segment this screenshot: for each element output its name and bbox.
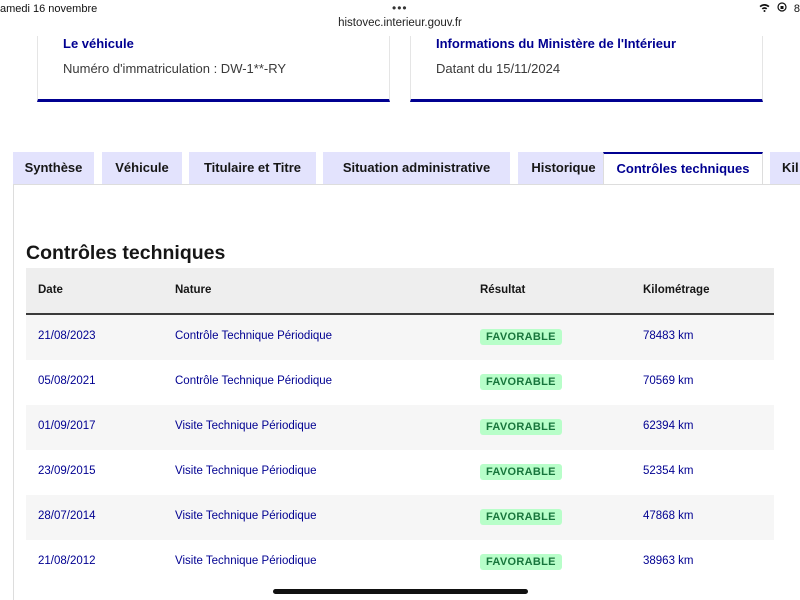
vehicle-card-title: Le véhicule [63,36,134,51]
tab-controles-techniques[interactable]: Contrôles techniques [603,152,763,184]
cell-nature: Visite Technique Périodique [175,465,317,477]
tab-situation-administrative[interactable]: Situation administrative [323,152,510,184]
registration-number: Numéro d'immatriculation : DW-1**-RY [63,61,287,76]
cell-nature: Visite Technique Périodique [175,420,317,432]
wifi-icon [759,3,773,15]
vehicle-card: Le véhicule Numéro d'immatriculation : D… [37,36,390,102]
table-row: 01/09/2017 Visite Technique Périodique F… [26,405,774,450]
result-badge: FAVORABLE [480,509,562,525]
cell-km: 38963 km [643,555,694,567]
data-date: Datant du 15/11/2024 [436,61,561,76]
cell-nature: Contrôle Technique Périodique [175,330,333,342]
table-row: 23/09/2015 Visite Technique Périodique F… [26,450,774,495]
header-date: Date [38,284,63,296]
header-nature: Nature [175,284,212,296]
result-badge: FAVORABLE [480,329,562,345]
cell-km: 78483 km [643,330,694,342]
result-badge: FAVORABLE [480,419,562,435]
controls-table: Date Nature Résultat Kilométrage 21/08/2… [26,268,774,585]
cell-km: 70569 km [643,375,694,387]
result-badge: FAVORABLE [480,374,562,390]
table-row: 21/08/2023 Contrôle Technique Périodique… [26,315,774,360]
table-row: 28/07/2014 Visite Technique Périodique F… [26,495,774,540]
result-badge: FAVORABLE [480,554,562,570]
cell-date: 28/07/2014 [38,510,96,522]
battery-percent: 8 [793,3,800,15]
ministry-card: Informations du Ministère de l'Intérieur… [410,36,763,102]
cell-nature: Visite Technique Périodique [175,510,317,522]
table-row: 21/08/2012 Visite Technique Périodique F… [26,540,774,585]
tab-bar: Synthèse Véhicule Titulaire et Titre Sit… [13,152,800,184]
status-date: amedi 16 novembre [0,3,98,15]
tab-historique[interactable]: Historique [518,152,609,184]
tab-menu-dots-icon[interactable]: ••• [392,1,408,15]
address-bar-url[interactable]: histovec.interieur.gouv.fr [0,17,800,29]
cell-km: 62394 km [643,420,694,432]
ministry-card-title: Informations du Ministère de l'Intérieur [436,36,677,51]
cell-nature: Visite Technique Périodique [175,555,317,567]
home-indicator[interactable] [273,589,528,594]
cell-km: 47868 km [643,510,694,522]
tab-titulaire-titre[interactable]: Titulaire et Titre [189,152,316,184]
tab-vehicule[interactable]: Véhicule [102,152,182,184]
cell-date: 21/08/2012 [38,555,96,567]
result-badge: FAVORABLE [480,464,562,480]
tab-synthese[interactable]: Synthèse [13,152,94,184]
cell-nature: Contrôle Technique Périodique [175,375,333,387]
header-km: Kilométrage [643,284,710,296]
cell-date: 01/09/2017 [38,420,96,432]
status-bar: amedi 16 novembre ••• histovec.interieur… [0,0,800,36]
cell-km: 52354 km [643,465,694,477]
table-row: 05/08/2021 Contrôle Technique Périodique… [26,360,774,405]
cell-date: 23/09/2015 [38,465,96,477]
header-result: Résultat [480,284,526,296]
cell-date: 21/08/2023 [38,330,96,342]
table-header: Date Nature Résultat Kilométrage [26,268,774,315]
tab-kilometrage[interactable]: Kil [770,152,800,184]
status-icons: 8 [755,2,800,15]
cell-date: 05/08/2021 [38,375,96,387]
rotation-lock-icon [777,2,790,15]
section-title: Contrôles techniques [26,242,226,264]
